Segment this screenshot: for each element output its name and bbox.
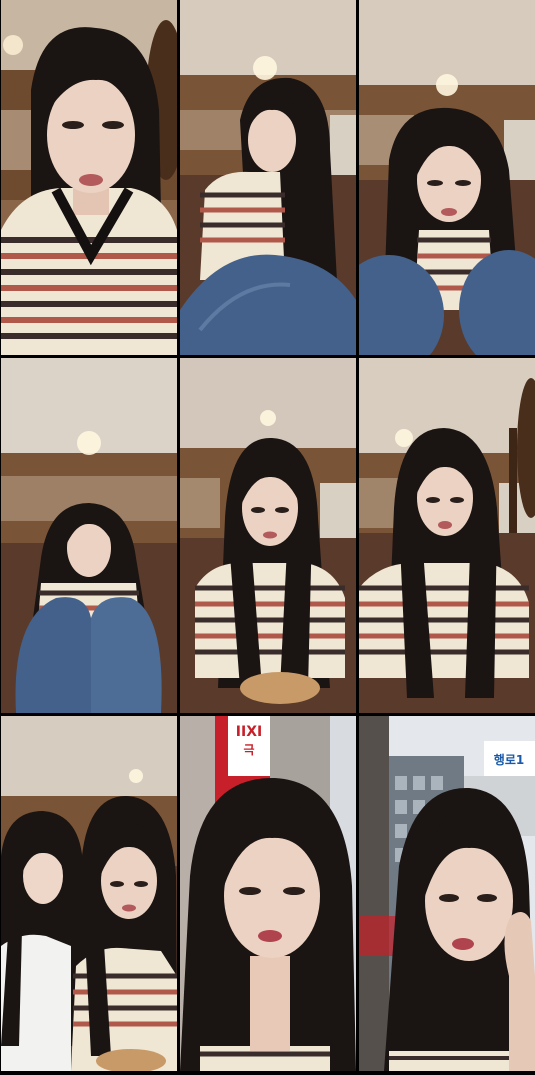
photo-tile-7[interactable] bbox=[1, 716, 177, 1071]
photo-tile-2[interactable] bbox=[180, 0, 356, 355]
photo-grid: IIXI 극 그로 bbox=[0, 0, 535, 1075]
tile-2-image bbox=[180, 0, 356, 355]
photo-tile-5[interactable] bbox=[180, 358, 356, 713]
building-sign-text: 행로1 bbox=[494, 752, 524, 767]
tile-4-image bbox=[1, 358, 177, 713]
store-sign-top-text: IIXI bbox=[236, 724, 262, 740]
photo-tile-1[interactable] bbox=[1, 0, 177, 355]
photo-tile-6[interactable] bbox=[359, 358, 535, 713]
tile-5-image bbox=[180, 358, 356, 713]
tile-3-image bbox=[359, 0, 535, 355]
photo-tile-3[interactable] bbox=[359, 0, 535, 355]
tile-9-image: 행로1 bbox=[359, 716, 535, 1071]
tile-7-image bbox=[1, 716, 177, 1071]
photo-tile-8[interactable]: IIXI 극 그로 bbox=[180, 716, 356, 1071]
tile-8-image: IIXI 극 그로 bbox=[180, 716, 356, 1071]
photo-tile-4[interactable] bbox=[1, 358, 177, 713]
tile-1-image bbox=[1, 0, 177, 355]
photo-tile-9[interactable]: 행로1 bbox=[359, 716, 535, 1071]
tile-6-image bbox=[359, 358, 535, 713]
store-sign-mid-text: 극 bbox=[243, 743, 254, 757]
